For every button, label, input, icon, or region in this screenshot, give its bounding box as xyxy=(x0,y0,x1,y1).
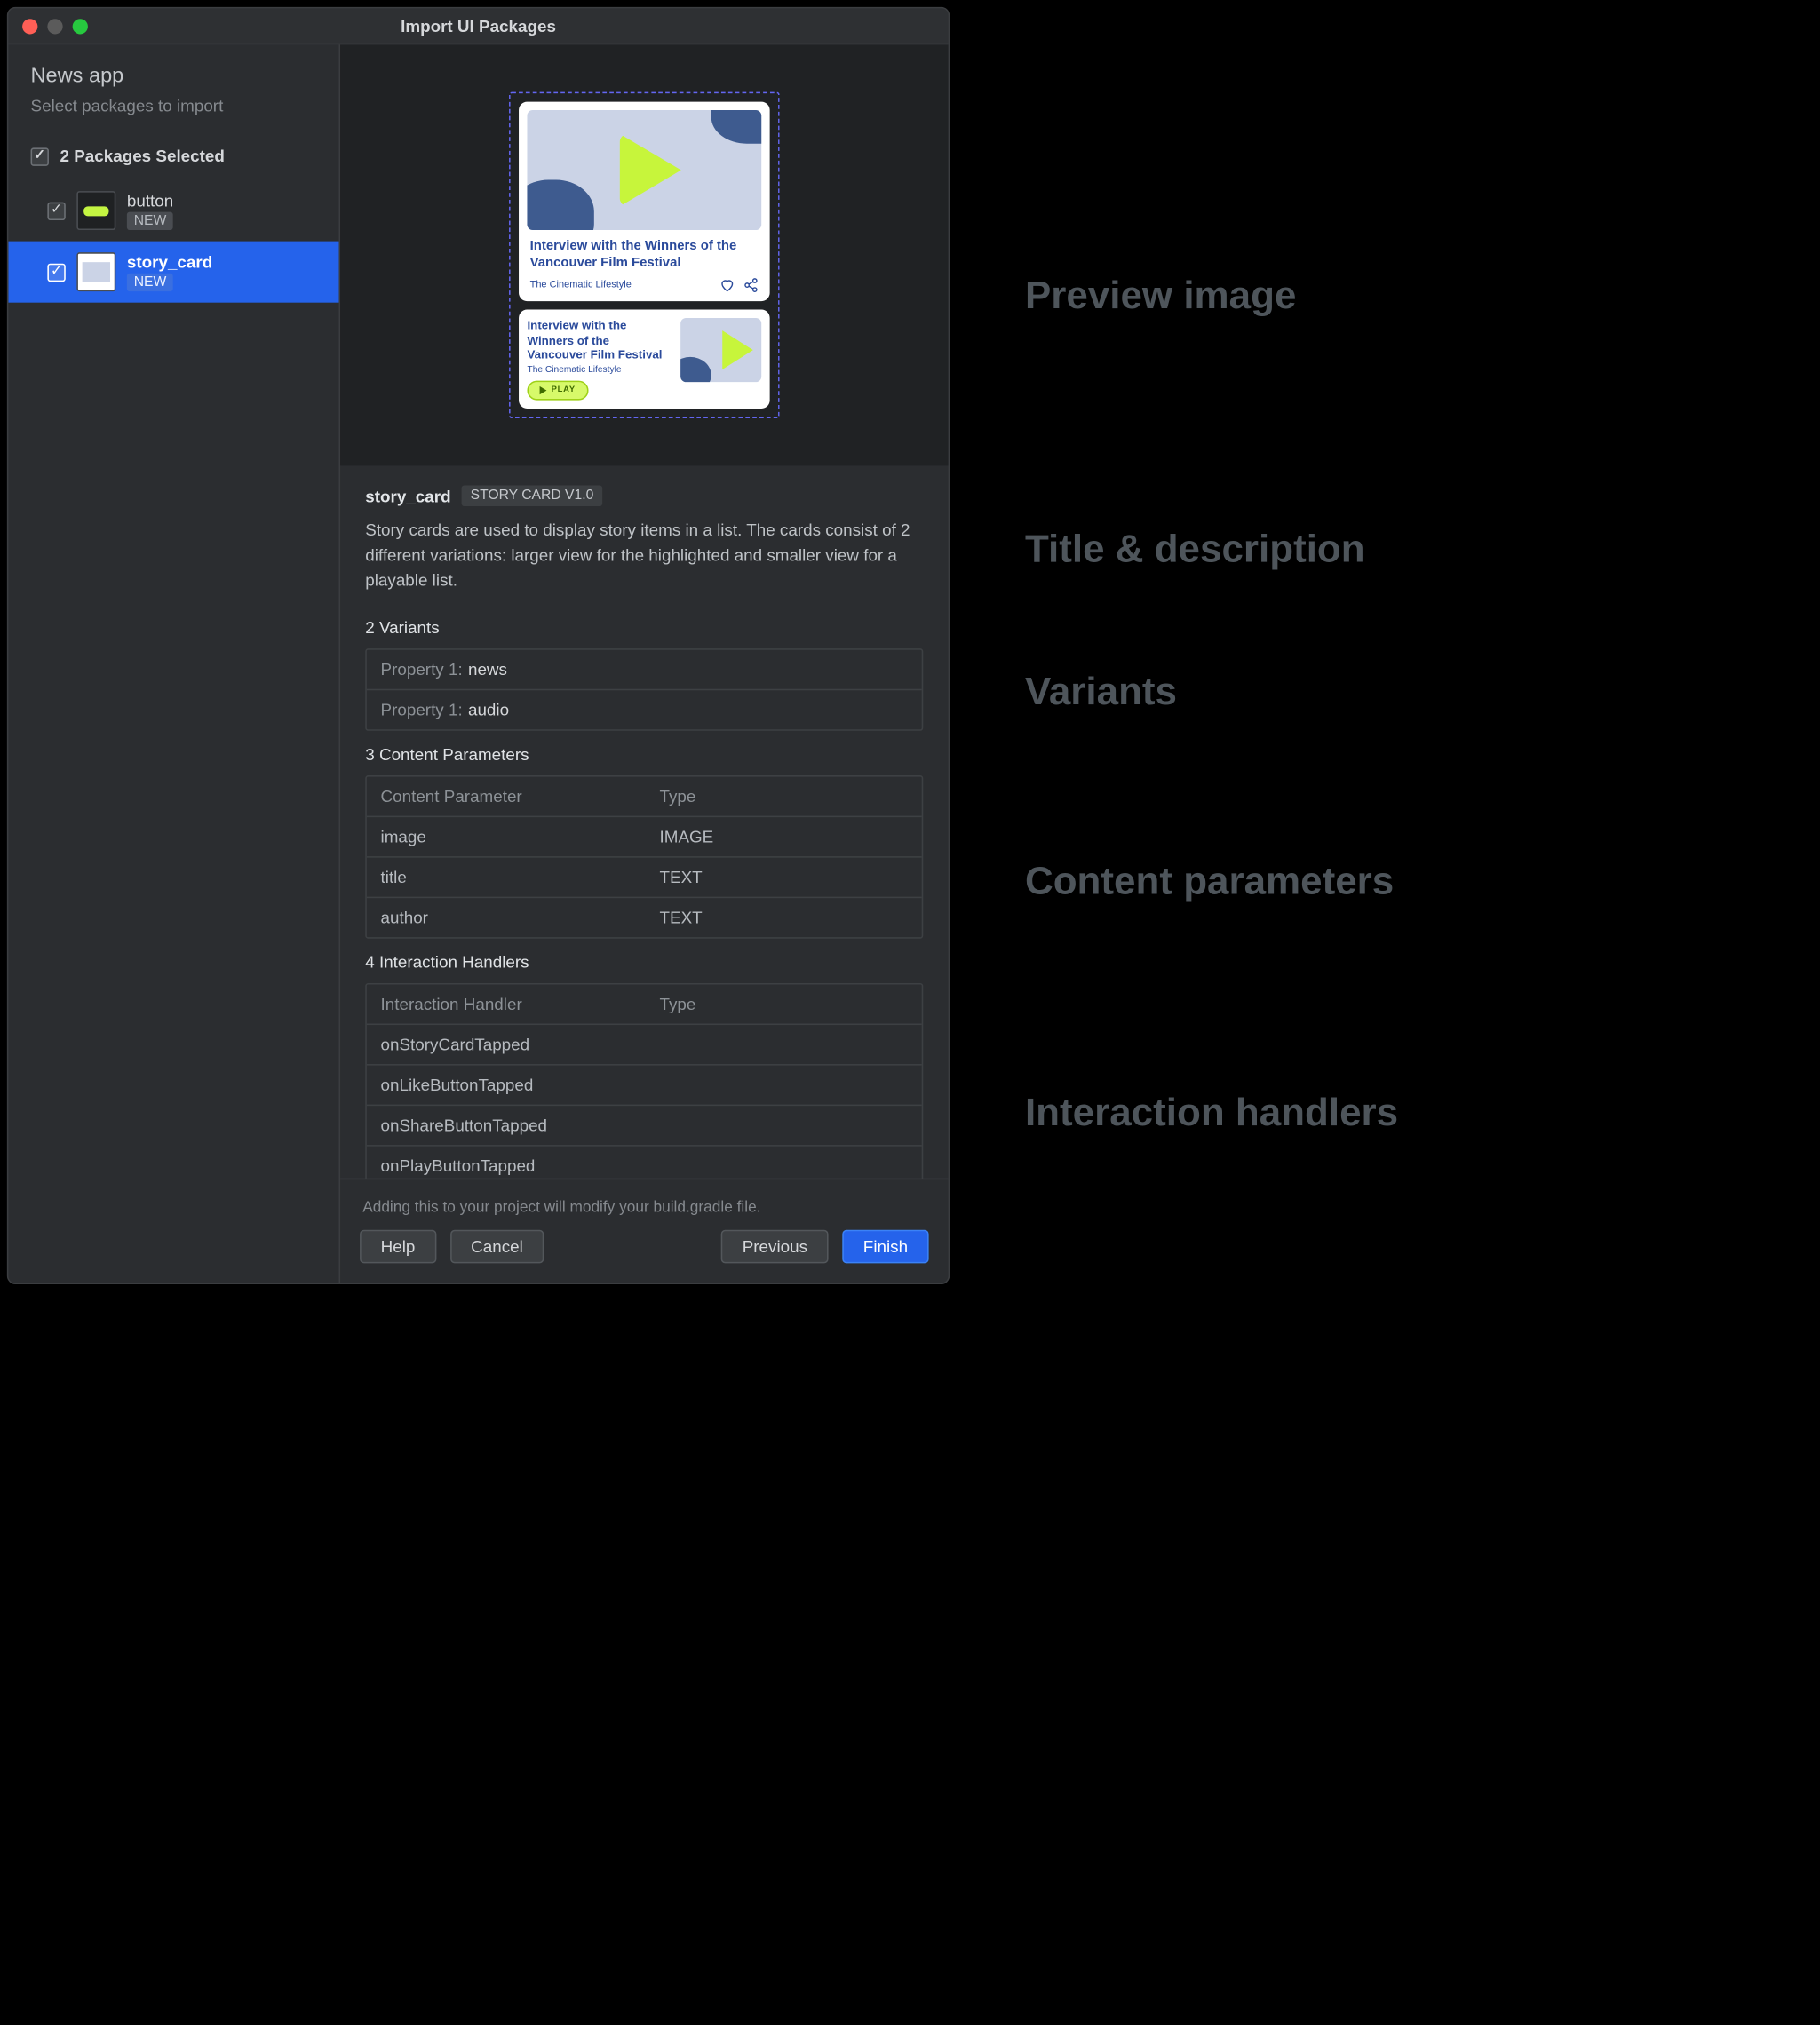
table-row: onPlayButtonTapped xyxy=(367,1145,922,1179)
select-all-checkbox[interactable] xyxy=(31,147,49,165)
table-row: imageIMAGE xyxy=(367,815,922,856)
share-icon xyxy=(743,277,759,292)
package-name: story_card xyxy=(127,253,212,270)
card-author: The Cinematic Lifestyle xyxy=(530,280,632,290)
preview-frame: Interview with the Winners of the Vancou… xyxy=(509,92,780,418)
preview-area: Interview with the Winners of the Vancou… xyxy=(340,44,949,465)
finish-button[interactable]: Finish xyxy=(842,1230,928,1264)
package-checkbox[interactable] xyxy=(47,263,65,281)
new-badge: NEW xyxy=(127,273,173,290)
story-card-small-preview: Interview with the Winners of the Vancou… xyxy=(519,309,770,408)
table-row: authorTEXT xyxy=(367,897,922,938)
dialog-footer: Adding this to your project will modify … xyxy=(340,1179,949,1283)
annotation-content-parameters: Content parameters xyxy=(1025,859,1394,903)
table-row: onLikeButtonTapped xyxy=(367,1064,922,1105)
detail-name: story_card xyxy=(365,486,450,505)
play-icon xyxy=(540,386,547,394)
package-checkbox[interactable] xyxy=(47,202,65,219)
table-row: titleTEXT xyxy=(367,856,922,897)
table-header: Interaction Handler Type xyxy=(367,984,922,1023)
package-name: button xyxy=(127,192,173,209)
card-title: Interview with the Winners of the Vancou… xyxy=(530,239,759,272)
annotation-interaction-handlers: Interaction handlers xyxy=(1025,1091,1398,1135)
close-icon[interactable] xyxy=(22,18,37,33)
play-button: PLAY xyxy=(527,380,588,400)
card-author: The Cinematic Lifestyle xyxy=(527,365,672,375)
select-all-row[interactable]: 2 Packages Selected xyxy=(8,141,338,180)
project-subtitle: Select packages to import xyxy=(8,96,338,140)
table-row: onStoryCardTapped xyxy=(367,1023,922,1064)
package-thumbnail xyxy=(76,191,115,230)
hero-image xyxy=(527,110,761,230)
window-title: Import UI Packages xyxy=(401,16,556,36)
annotation-preview-image: Preview image xyxy=(1025,274,1296,318)
package-thumbnail xyxy=(76,252,115,291)
new-badge: NEW xyxy=(127,211,173,229)
sidebar: News app Select packages to import 2 Pac… xyxy=(8,44,340,1282)
selected-count-label: 2 Packages Selected xyxy=(60,147,225,166)
version-badge: STORY CARD V1.0 xyxy=(462,485,602,506)
handlers-table: Interaction Handler Type onStoryCardTapp… xyxy=(365,983,923,1179)
thumbnail-image xyxy=(680,318,761,382)
annotation-variants: Variants xyxy=(1025,670,1177,714)
story-card-large-preview: Interview with the Winners of the Vancou… xyxy=(519,102,770,301)
content-params-table: Content Parameter Type imageIMAGE titleT… xyxy=(365,775,923,939)
previous-button[interactable]: Previous xyxy=(721,1230,828,1264)
table-row: Property 1:audio xyxy=(367,689,922,730)
heart-icon xyxy=(719,277,735,292)
detail-description: Story cards are used to display story it… xyxy=(365,517,923,592)
minimize-icon xyxy=(47,18,62,33)
table-header: Content Parameter Type xyxy=(367,776,922,815)
content-params-heading: 3 Content Parameters xyxy=(365,744,923,764)
play-label: PLAY xyxy=(552,386,576,394)
zoom-icon[interactable] xyxy=(73,18,88,33)
variants-table: Property 1:news Property 1:audio xyxy=(365,648,923,731)
footer-note: Adding this to your project will modify … xyxy=(360,1194,929,1216)
table-row: Property 1:news xyxy=(367,650,922,689)
details-panel: story_card STORY CARD V1.0 Story cards a… xyxy=(340,465,949,1178)
play-icon xyxy=(620,134,681,207)
sidebar-item-button[interactable]: button NEW xyxy=(8,180,338,242)
project-title: News app xyxy=(8,64,338,96)
cancel-button[interactable]: Cancel xyxy=(450,1230,544,1264)
card-title: Interview with the Winners of the Vancou… xyxy=(527,318,672,362)
sidebar-item-story-card[interactable]: story_card NEW xyxy=(8,242,338,303)
annotation-title-description: Title & description xyxy=(1025,527,1365,571)
table-row: onShareButtonTapped xyxy=(367,1104,922,1145)
window-titlebar[interactable]: Import UI Packages xyxy=(8,8,948,44)
variants-heading: 2 Variants xyxy=(365,618,923,638)
main-panel: Interview with the Winners of the Vancou… xyxy=(340,44,949,1282)
import-dialog: Import UI Packages News app Select packa… xyxy=(7,7,950,1284)
handlers-heading: 4 Interaction Handlers xyxy=(365,952,923,972)
help-button[interactable]: Help xyxy=(360,1230,436,1264)
